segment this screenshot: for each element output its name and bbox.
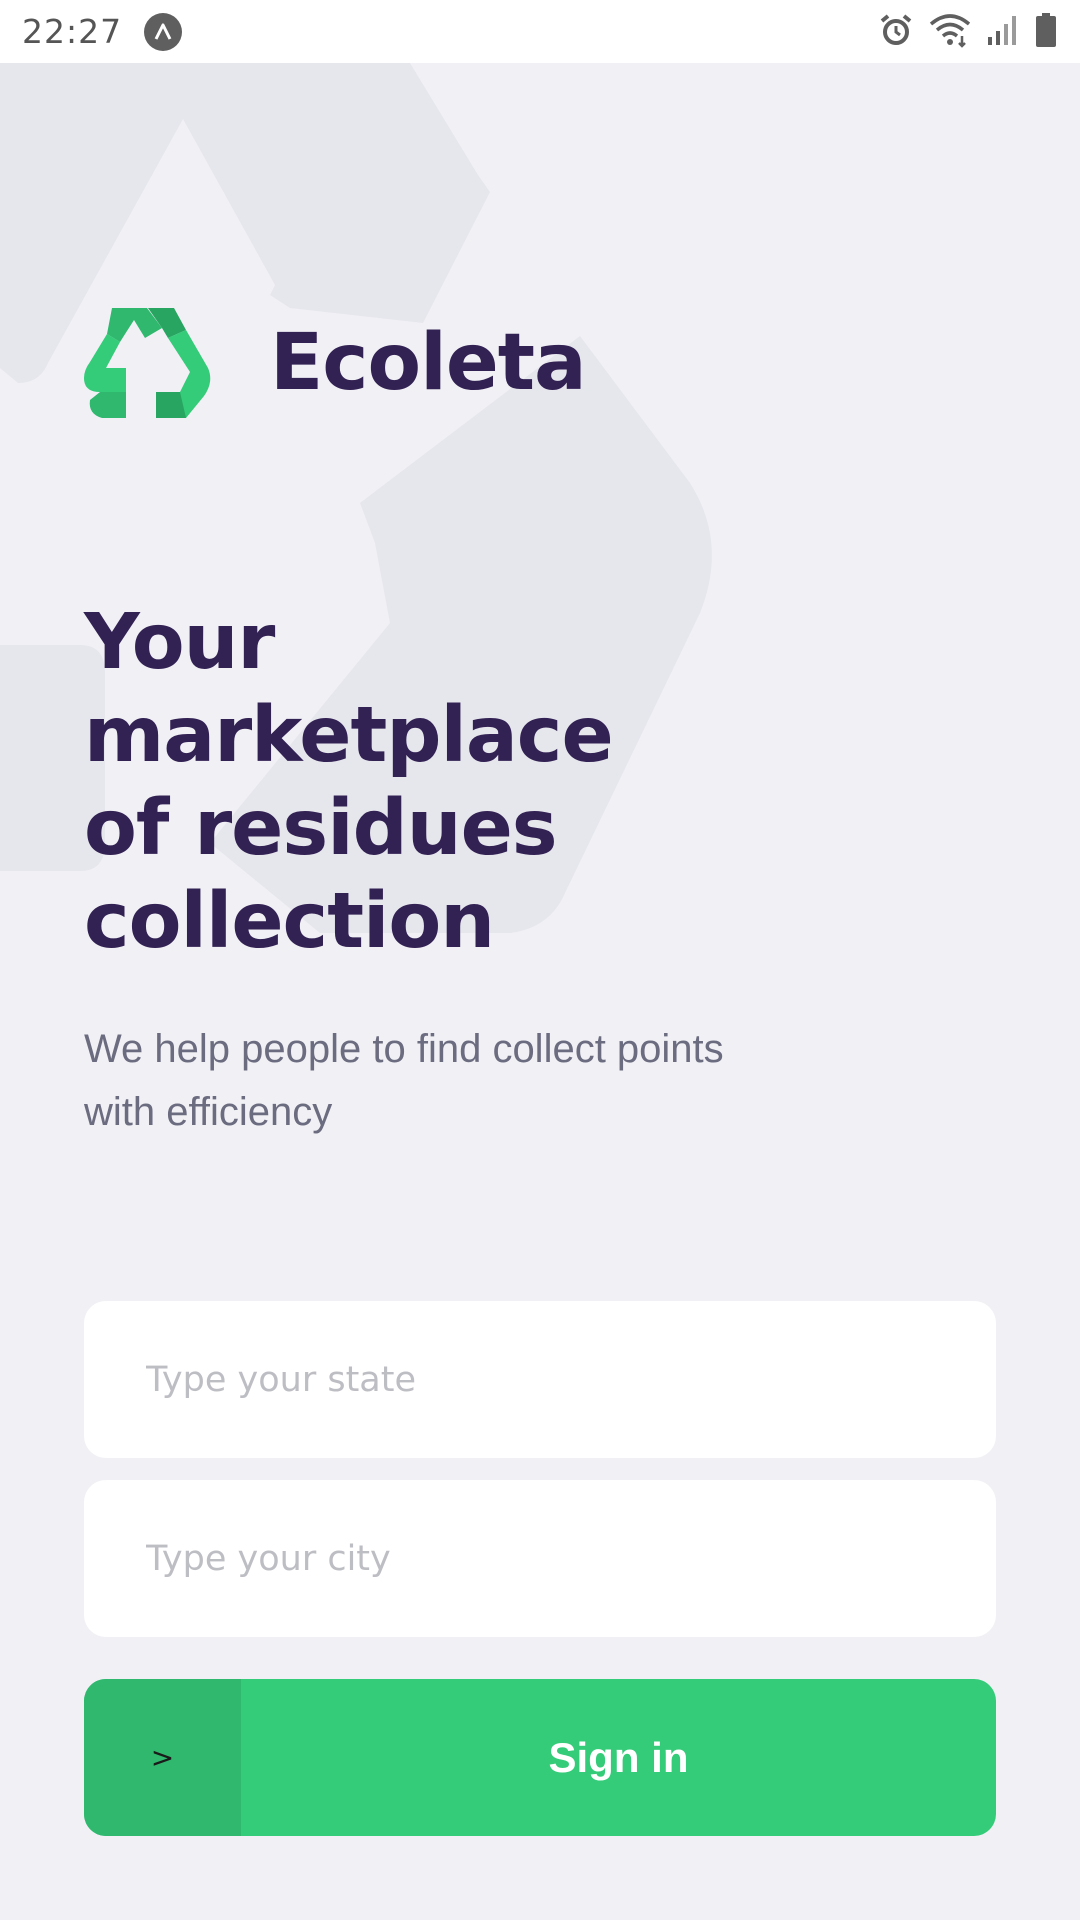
status-bar: 22:27	[0, 0, 1080, 63]
signin-label: Sign in	[548, 1733, 689, 1781]
battery-icon	[1034, 12, 1058, 52]
wifi-icon	[928, 12, 972, 52]
signal-icon	[986, 13, 1020, 51]
app-notification-icon	[144, 12, 183, 51]
page-subtitle: We help people to find collect points wi…	[84, 1018, 804, 1144]
recycle-icon	[84, 308, 211, 418]
headline-line: collection	[84, 877, 495, 966]
brand-name: Ecoleta	[270, 317, 587, 408]
subtitle-line: We help people to find collect points	[84, 1027, 724, 1071]
headline-line: marketplace	[84, 691, 614, 780]
headline-line: of residues	[84, 784, 558, 873]
status-icons	[878, 12, 1058, 52]
state-input[interactable]	[84, 1301, 996, 1458]
city-input[interactable]	[84, 1480, 996, 1637]
subtitle-line: with efficiency	[84, 1090, 333, 1134]
brand-logo: Ecoleta	[82, 300, 587, 425]
page-title: Your marketplace of residues collection	[84, 596, 724, 968]
arrow-right-icon: >	[84, 1679, 241, 1836]
signin-icon-glyph: >	[150, 1741, 175, 1774]
headline-line: Your	[84, 598, 275, 687]
home-screen: 22:27 Ecoleta Your marketplace of residu…	[0, 0, 1080, 1920]
status-time: 22:27	[22, 12, 123, 51]
signin-button[interactable]: > Sign in	[84, 1679, 996, 1836]
alarm-icon	[878, 12, 914, 52]
